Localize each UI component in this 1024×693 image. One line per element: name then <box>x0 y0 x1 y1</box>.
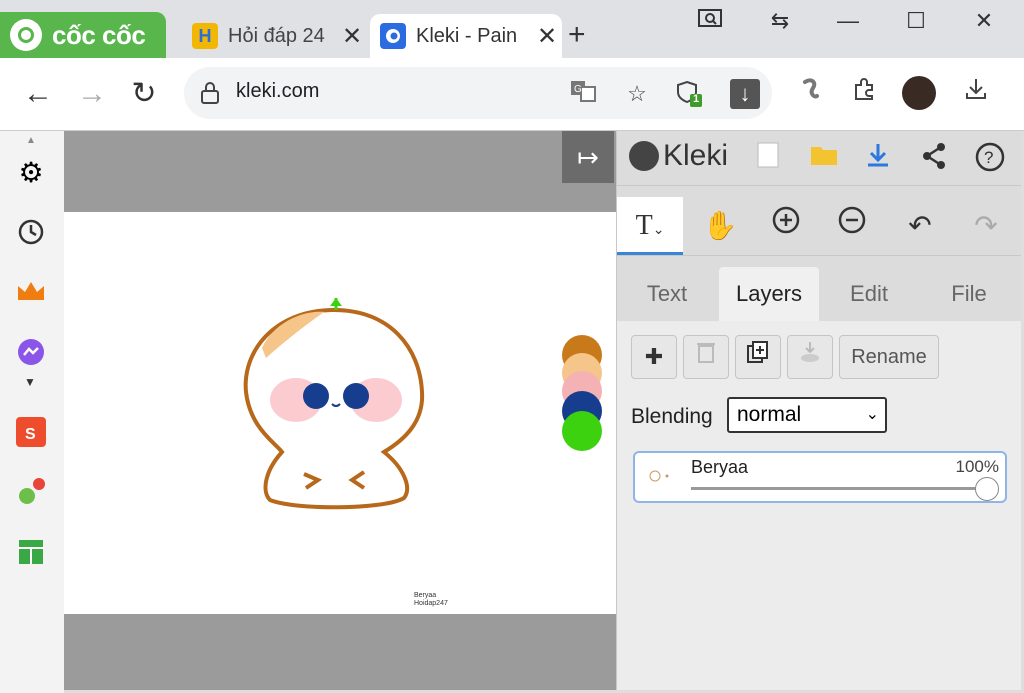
expand-chevron-icon[interactable]: ▼ <box>24 375 36 389</box>
tab-text[interactable]: Text <box>617 267 717 321</box>
map-pin-icon[interactable] <box>10 471 52 513</box>
extensions-puzzle-icon[interactable] <box>846 76 882 112</box>
close-tab-icon[interactable]: ✕ <box>532 22 562 51</box>
reload-icon[interactable]: ↻ <box>124 72 164 116</box>
text-tool-button[interactable]: T⌄ <box>617 197 683 255</box>
hoidap-favicon-icon: H <box>192 23 218 49</box>
drawing-canvas[interactable]: Beryaa Hoidap247 <box>64 212 616 614</box>
browser-toolbar: ← → ↻ kleki.com G ☆ 1 ↓ <box>0 58 1024 131</box>
hand-tool-icon[interactable]: ✋ <box>687 197 753 255</box>
canvas-drawing <box>243 298 425 510</box>
color-swatch[interactable] <box>562 411 602 451</box>
svg-text:?: ? <box>984 148 993 167</box>
collapse-panel-icon[interactable]: ↦ <box>562 131 614 183</box>
bookmark-star-icon[interactable]: ☆ <box>622 79 652 109</box>
tab-layers[interactable]: Layers <box>719 267 819 321</box>
svg-text:S: S <box>25 426 36 443</box>
kleki-favicon-icon <box>380 23 406 49</box>
kleki-logo-icon <box>629 141 659 171</box>
redo-icon[interactable]: ↷ <box>953 197 1019 255</box>
back-icon[interactable]: ← <box>18 72 58 116</box>
maximize-icon[interactable]: ☐ <box>896 8 936 34</box>
chevron-down-icon: ⌄ <box>652 223 665 238</box>
translate-icon[interactable]: G <box>568 79 598 109</box>
undo-icon[interactable]: ↶ <box>887 197 953 255</box>
layer-thumbnail <box>643 461 679 491</box>
crown-icon[interactable] <box>10 271 52 313</box>
downloads-icon[interactable] <box>958 76 994 112</box>
minimize-icon[interactable]: — <box>828 8 868 34</box>
signature-text: Beryaa Hoidap247 <box>414 592 448 608</box>
close-window-icon[interactable]: ✕ <box>964 8 1004 34</box>
layer-name: Beryaa <box>691 457 749 477</box>
rename-layer-button[interactable]: Rename <box>839 335 939 379</box>
coccoc-brand-button[interactable]: cốc cốc <box>0 12 166 58</box>
signature-line: Hoidap247 <box>414 600 448 607</box>
shield-icon[interactable]: 1 <box>674 79 704 109</box>
tab-file[interactable]: File <box>919 267 1019 321</box>
blending-select[interactable]: normal ⌄ <box>727 397 887 433</box>
kleki-panel: Kleki ? T⌄ ✋ ↶ ↷ Text Layers Edit File ✚… <box>616 131 1021 690</box>
signature-line: Beryaa <box>414 592 437 599</box>
kleki-logo: Kleki <box>629 139 728 173</box>
layer-opacity-knob[interactable] <box>975 477 999 501</box>
brand-name: cốc cốc <box>52 19 146 50</box>
address-bar[interactable]: kleki.com G ☆ 1 ↓ <box>184 67 772 119</box>
close-tab-icon[interactable]: ✕ <box>337 22 367 51</box>
tab-title: Kleki - Pain <box>416 24 518 47</box>
coccoc-logo-icon <box>10 19 42 51</box>
kleki-tabs: Text Layers Edit File <box>617 267 1021 321</box>
coccoc-extension-icon[interactable] <box>792 76 828 112</box>
tab-title: Hỏi đáp 24 <box>228 24 325 47</box>
blending-label: Blending <box>631 405 713 428</box>
tab-search-icon[interactable] <box>690 8 730 36</box>
new-tab-button[interactable]: + <box>568 18 586 52</box>
tab-hoidap[interactable]: H Hỏi đáp 24 ✕ <box>182 14 367 58</box>
download-icon[interactable] <box>861 141 895 175</box>
layer-opacity-value: 100% <box>955 457 999 476</box>
svg-text:G: G <box>574 84 582 95</box>
tab-edit[interactable]: Edit <box>819 267 919 321</box>
table-icon[interactable] <box>10 531 52 573</box>
tab-kleki[interactable]: Kleki - Pain ✕ <box>370 14 562 58</box>
kleki-logo-text: Kleki <box>663 139 729 172</box>
layer-item[interactable]: Beryaa 100% <box>633 451 1007 503</box>
delete-layer-button[interactable] <box>683 335 729 379</box>
messenger-icon[interactable] <box>10 331 52 373</box>
sync-tabs-icon[interactable]: ⇆ <box>760 8 800 34</box>
zoom-in-icon[interactable] <box>753 197 819 255</box>
tool-row: T⌄ ✋ ↶ ↷ <box>617 197 1021 256</box>
add-layer-button[interactable]: ✚ <box>631 335 677 379</box>
new-file-icon[interactable] <box>751 141 785 175</box>
download-arrow-icon[interactable]: ↓ <box>730 79 760 109</box>
scroll-up-icon[interactable]: ▲ <box>26 135 36 146</box>
canvas-workarea[interactable]: ↦ Beryaa Hoidap247 <box>64 131 616 690</box>
merge-layer-button[interactable] <box>787 335 833 379</box>
text-tool-label: T <box>635 210 653 241</box>
help-icon[interactable]: ? <box>973 141 1007 175</box>
settings-gear-icon[interactable]: ⚙ <box>10 151 52 193</box>
shopee-icon[interactable]: S <box>10 411 52 453</box>
shield-badge: 1 <box>693 93 700 105</box>
chevron-down-icon: ⌄ <box>865 406 879 423</box>
sidebar: ▲ ⚙ ▼ S <box>0 131 64 693</box>
kleki-header: Kleki ? <box>617 131 1021 186</box>
avatar[interactable] <box>902 76 936 110</box>
blending-value: normal <box>737 403 802 426</box>
share-icon[interactable] <box>917 141 951 175</box>
zoom-out-icon[interactable] <box>819 197 885 255</box>
duplicate-layer-button[interactable] <box>735 335 781 379</box>
url-text[interactable]: kleki.com <box>236 80 319 103</box>
lock-icon[interactable] <box>200 81 220 110</box>
open-folder-icon[interactable] <box>807 141 841 175</box>
layers-panel: ✚ Rename Blending normal ⌄ Beryaa 100% <box>617 321 1021 690</box>
layer-opacity-slider[interactable] <box>691 487 987 490</box>
forward-icon[interactable]: → <box>72 72 112 116</box>
history-icon[interactable] <box>10 211 52 253</box>
